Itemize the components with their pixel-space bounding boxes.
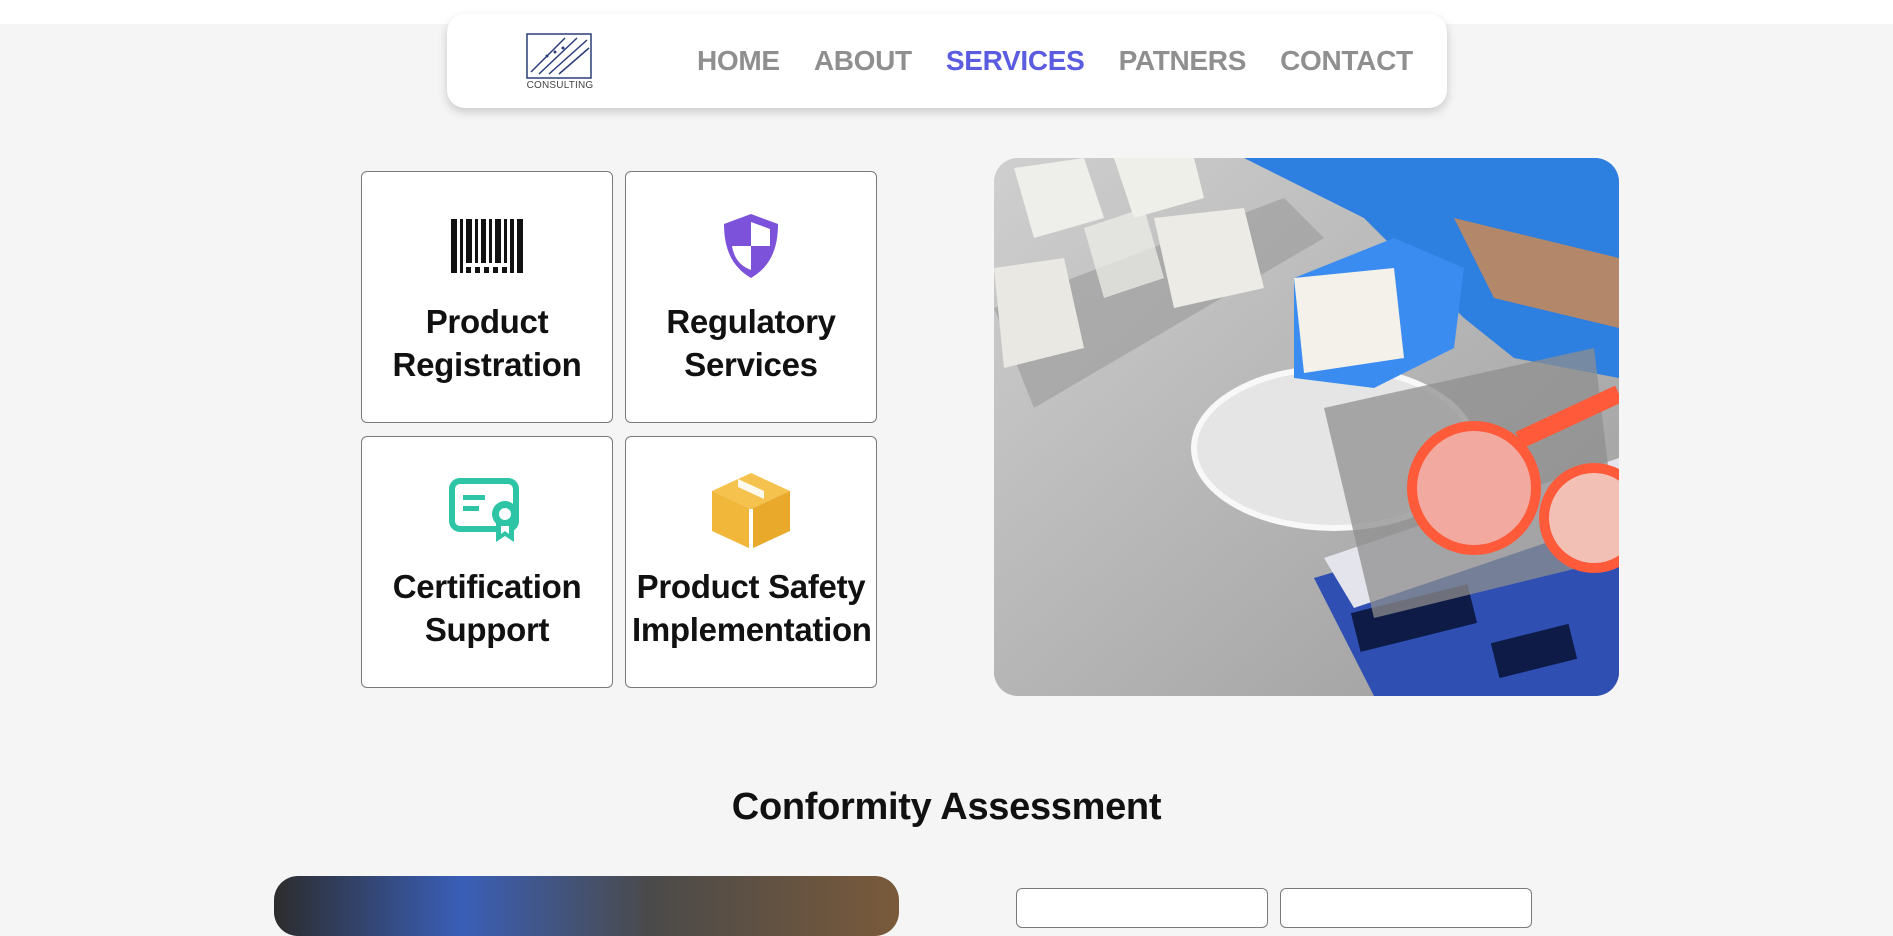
service-card-product-safety-implementation[interactable]: Product Safety Implementation — [625, 436, 877, 688]
service-label: Certification Support — [392, 568, 582, 648]
nav-patners[interactable]: PATNERS — [1119, 45, 1247, 77]
service-card-product-registration[interactable]: Product Registration — [361, 171, 613, 423]
logo-text: CONSULTING — [526, 80, 594, 91]
service-card-certification-support[interactable]: Certification Support — [361, 436, 613, 688]
logo-mark-icon — [526, 33, 592, 79]
shield-icon — [626, 210, 876, 282]
service-label: Product Registration — [392, 303, 582, 383]
section-title: Conformity Assessment — [731, 786, 1162, 828]
service-label: Product Safety Implementation — [632, 568, 872, 648]
conformity-photo — [274, 876, 899, 936]
service-label: Regulatory Services — [666, 303, 836, 383]
conformity-card[interactable] — [1280, 888, 1532, 928]
barcode-icon — [362, 210, 612, 282]
conformity-card[interactable] — [1016, 888, 1268, 928]
nav-about[interactable]: ABOUT — [814, 45, 912, 77]
box-icon — [626, 473, 876, 549]
logo[interactable]: CONSULTING — [525, 32, 595, 94]
services-photo — [994, 158, 1619, 696]
main-nav: HOME ABOUT SERVICES PATNERS CONTACT — [697, 40, 1413, 82]
nav-home[interactable]: HOME — [697, 45, 780, 77]
navbar: CONSULTING HOME ABOUT SERVICES PATNERS C… — [447, 14, 1447, 108]
nav-contact[interactable]: CONTACT — [1280, 45, 1413, 77]
service-card-regulatory-services[interactable]: Regulatory Services — [625, 171, 877, 423]
certificate-icon — [362, 475, 612, 547]
nav-services[interactable]: SERVICES — [946, 45, 1085, 77]
